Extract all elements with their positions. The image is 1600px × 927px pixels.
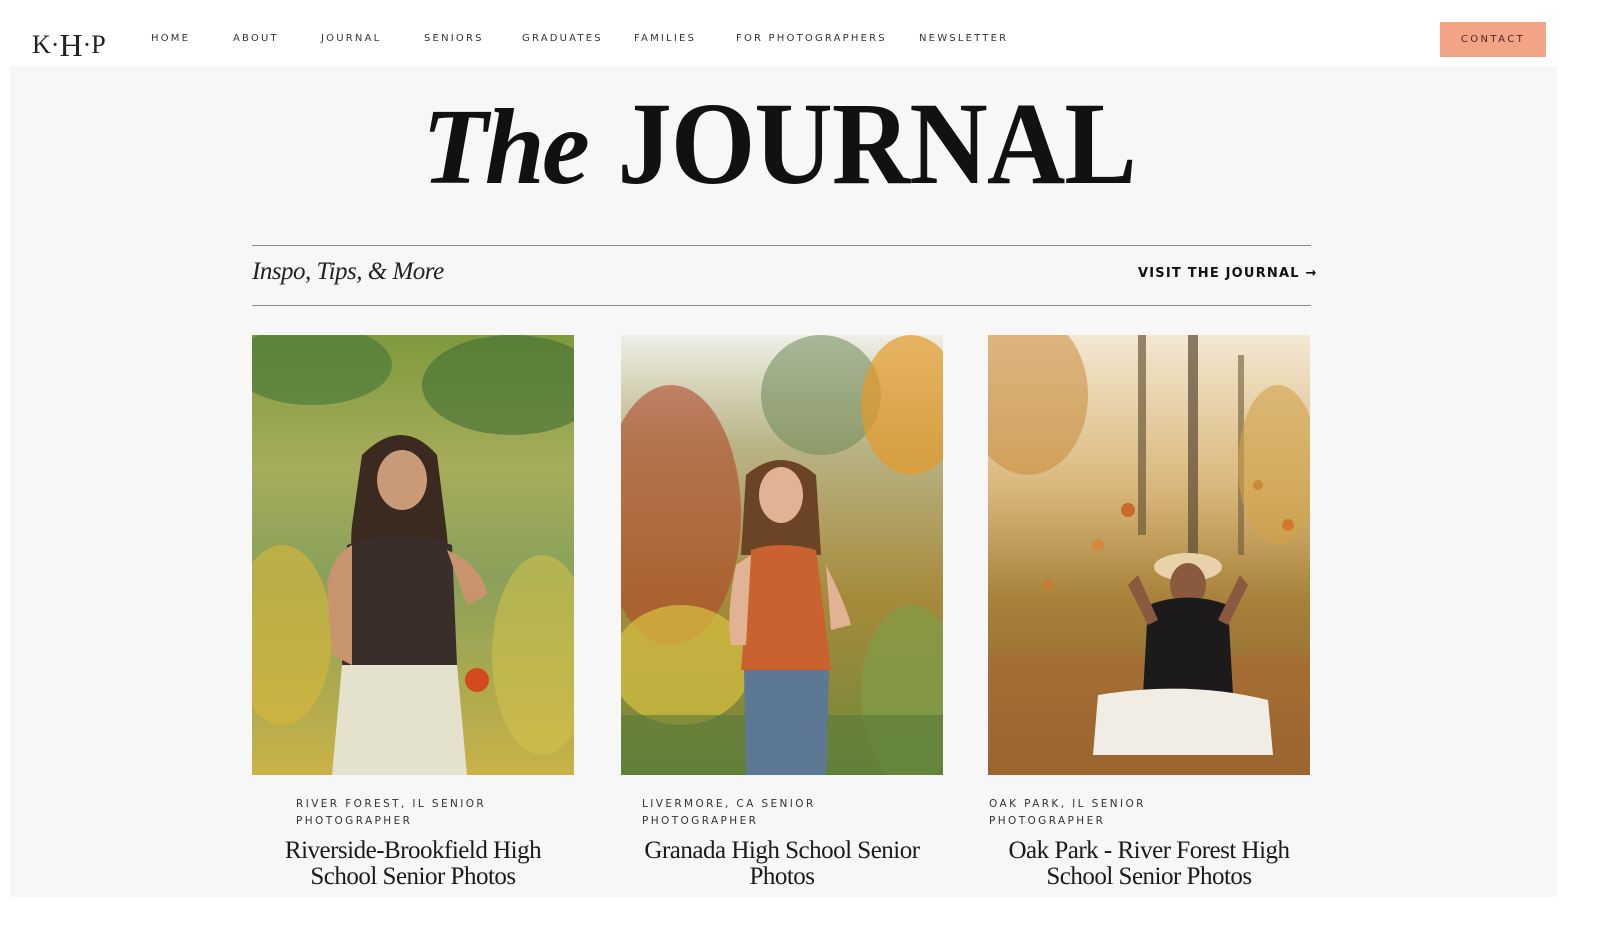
- nav-newsletter[interactable]: NEWSLETTER: [919, 33, 1008, 44]
- site-header: K·H·P HOME ABOUT JOURNAL SENIORS GRADUAT…: [0, 0, 1600, 66]
- post-category[interactable]: LIVERMORE, CA SENIOR PHOTOGRAPHER: [642, 796, 902, 830]
- post-card[interactable]: [252, 335, 574, 775]
- divider-bottom: [252, 305, 1311, 306]
- logo-letter-h: H: [59, 27, 83, 63]
- post-card[interactable]: [621, 335, 943, 775]
- post-image[interactable]: [252, 335, 574, 775]
- nav-journal[interactable]: JOURNAL: [321, 33, 381, 44]
- divider-top: [252, 245, 1311, 246]
- post-image[interactable]: [621, 335, 943, 775]
- nav-families[interactable]: FAMILIES: [634, 33, 696, 44]
- logo-letter-k: K: [32, 30, 51, 59]
- logo-letter-p: P: [91, 30, 106, 59]
- post-title[interactable]: Oak Park - River Forest High School Seni…: [988, 838, 1310, 890]
- post-title[interactable]: Granada High School Senior Photos: [621, 838, 943, 890]
- nav-home[interactable]: HOME: [151, 33, 190, 44]
- section-subtitle: Inspo, Tips, & More: [252, 258, 444, 285]
- post-card[interactable]: [988, 335, 1310, 775]
- post-category[interactable]: RIVER FOREST, IL SENIOR PHOTOGRAPHER: [296, 796, 556, 830]
- contact-button[interactable]: CONTACT: [1440, 22, 1546, 57]
- logo-dot: ·: [82, 30, 92, 59]
- site-logo[interactable]: K·H·P: [32, 24, 106, 63]
- page-title: The JOURNAL: [0, 76, 1580, 212]
- post-title[interactable]: Riverside-Brookfield High School Senior …: [252, 838, 574, 890]
- nav-graduates[interactable]: GRADUATES: [522, 33, 603, 44]
- title-journal: JOURNAL: [617, 78, 1136, 209]
- post-category[interactable]: OAK PARK, IL SENIOR PHOTOGRAPHER: [989, 796, 1249, 830]
- nav-about[interactable]: ABOUT: [233, 33, 279, 44]
- nav-for-photographers[interactable]: FOR PHOTOGRAPHERS: [736, 33, 887, 44]
- title-the: The: [421, 88, 590, 207]
- post-image[interactable]: [988, 335, 1310, 775]
- visit-journal-link[interactable]: VISIT THE JOURNAL →: [1138, 266, 1318, 281]
- nav-seniors[interactable]: SENIORS: [424, 33, 484, 44]
